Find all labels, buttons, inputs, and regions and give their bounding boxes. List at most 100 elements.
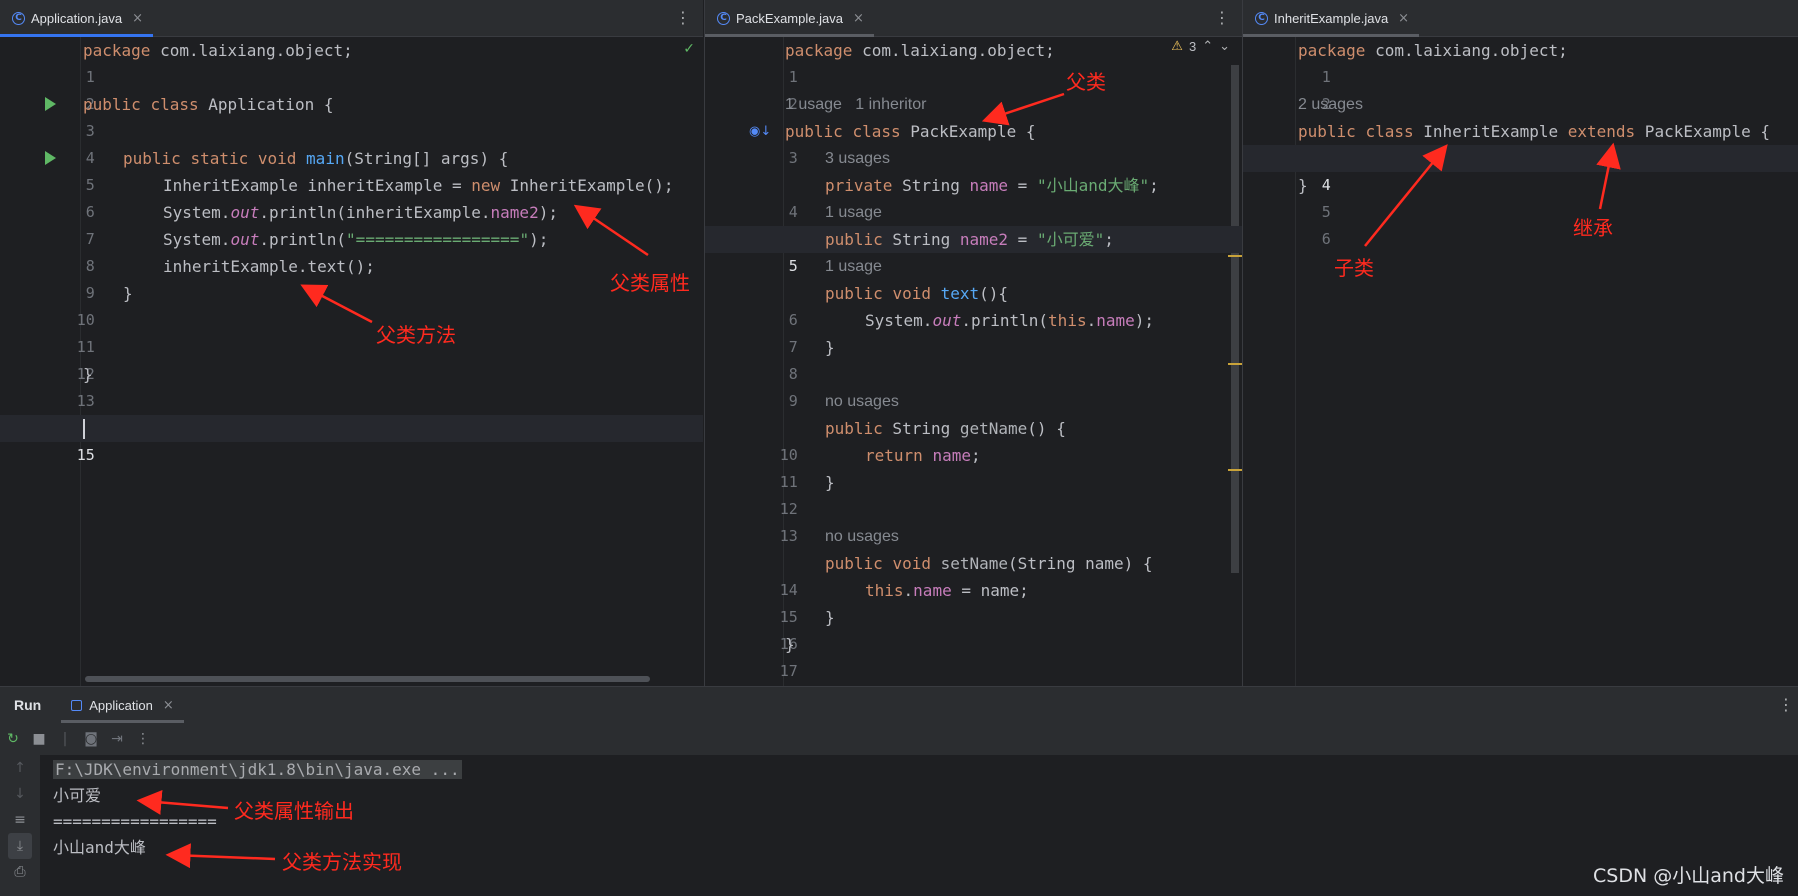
- code-token: text: [940, 284, 980, 303]
- code-line-current: 15: [0, 415, 703, 464]
- code-line: 14: [0, 388, 703, 437]
- implemented-icon[interactable]: ◉↓: [749, 118, 771, 145]
- exit-icon[interactable]: ⇥: [104, 731, 130, 747]
- code-token: InheritExample inheritExample =: [163, 176, 472, 195]
- code-line: 6 InheritExample inheritExample = new In…: [0, 172, 703, 221]
- inlay-hint: 1 usage: [705, 253, 1242, 280]
- code-token: .println(: [961, 311, 1049, 330]
- code-token: this: [865, 581, 904, 600]
- scroll-to-end-icon[interactable]: ⤓: [8, 833, 32, 859]
- code-token: setName: [940, 554, 1009, 573]
- code-line: 3 ◉↓ public class PackExample {: [705, 118, 1242, 167]
- usage-hint[interactable]: 1 usage: [825, 253, 882, 280]
- code-token: package: [785, 41, 853, 60]
- arrow-down-icon[interactable]: ↓: [0, 781, 40, 807]
- more-options-icon[interactable]: ⋮: [1778, 695, 1794, 714]
- class-icon: C: [1255, 11, 1268, 25]
- usage-hint[interactable]: no usages: [825, 523, 899, 550]
- inheritor-hint[interactable]: 1 inheritor: [855, 96, 926, 113]
- code-line: 7 System.out.println(this.name);: [705, 307, 1242, 356]
- line-number: 15: [76, 446, 95, 464]
- more-icon[interactable]: ⋮: [130, 731, 156, 747]
- more-options-icon[interactable]: ⋮: [1214, 8, 1230, 27]
- close-icon[interactable]: ×: [163, 698, 174, 713]
- divider: |: [62, 731, 68, 747]
- code-token: "小可爱": [1036, 230, 1105, 249]
- code-token: }: [825, 338, 835, 357]
- code-line: 11: [0, 307, 703, 356]
- code-token: String: [882, 419, 960, 438]
- code-token: new: [471, 176, 501, 195]
- code-token: ;: [1149, 176, 1159, 195]
- code-token: static: [190, 149, 249, 168]
- usage-hint[interactable]: 1 usage: [825, 199, 882, 226]
- class-icon: C: [12, 11, 25, 25]
- code-token: name2: [959, 230, 1009, 249]
- code-line: 15 this.name = name;: [705, 577, 1242, 626]
- console-side-toolbar: ↑ ↓ ≡ ⤓ ⎙: [0, 755, 40, 896]
- stop-icon[interactable]: ■: [26, 731, 52, 747]
- usage-hint[interactable]: no usages: [825, 388, 899, 415]
- tab-label: PackExample.java: [736, 10, 843, 26]
- console-line: 小山and大峰: [53, 838, 146, 857]
- console-line: 小可爱: [53, 786, 102, 805]
- code-editor[interactable]: 1 package com.laixiang.object; 2 2 usage…: [1243, 37, 1798, 686]
- arrow-up-icon[interactable]: ↑: [0, 755, 40, 781]
- annotation-method-impl: 父类方法实现: [282, 850, 402, 874]
- code-token: return: [865, 446, 923, 465]
- code-token: "=================": [346, 230, 530, 249]
- code-token: (){: [979, 284, 1009, 303]
- code-token: com.laixiang.object;: [852, 41, 1055, 60]
- code-token: PackExample {: [1635, 122, 1771, 141]
- usage-hint[interactable]: 1 usage: [785, 96, 842, 113]
- code-line: 2: [0, 64, 703, 113]
- tab-packexample-java[interactable]: C PackExample.java ×: [705, 0, 874, 37]
- watermark: CSDN @小山and大峰: [1593, 865, 1784, 887]
- code-line: 3 public class InheritExample extends Pa…: [1243, 118, 1798, 167]
- code-line: 8 }: [705, 334, 1242, 383]
- inlay-hint: no usages: [705, 388, 1242, 415]
- print-icon[interactable]: ⎙: [0, 859, 40, 885]
- code-line: 18: [705, 658, 1242, 685]
- code-line: 6 public void text(){: [705, 280, 1242, 329]
- code-editor[interactable]: ⚠ 3 ⌃ ⌄ 1 package com.laixiang.object; 2…: [705, 37, 1242, 686]
- tab-application-java[interactable]: C Application.java ×: [0, 0, 153, 37]
- code-token: = name;: [951, 581, 1029, 600]
- code-line: 12: [0, 334, 703, 383]
- code-token: );: [529, 230, 549, 249]
- tab-inheritexample-java[interactable]: C InheritExample.java ×: [1243, 0, 1420, 37]
- code-token: public: [825, 230, 883, 249]
- run-toolbar: ↻ ■ | ◙ ⇥ ⋮: [0, 723, 1798, 755]
- run-gutter-icon[interactable]: [45, 151, 56, 165]
- code-token: public: [825, 284, 883, 303]
- code-token: package: [83, 41, 151, 60]
- code-line: 1 package com.laixiang.object;: [705, 37, 1242, 86]
- camera-icon[interactable]: ◙: [78, 731, 104, 747]
- tab-run-application[interactable]: Application ×: [61, 687, 184, 723]
- code-token: extends: [1567, 122, 1636, 141]
- usage-hint[interactable]: 2 usages: [1298, 91, 1363, 118]
- close-icon[interactable]: ×: [853, 11, 864, 26]
- close-icon[interactable]: ×: [1398, 11, 1409, 26]
- more-options-icon[interactable]: ⋮: [675, 8, 691, 27]
- close-icon[interactable]: ×: [132, 11, 143, 26]
- inlay-hint: 1 usage: [705, 199, 1242, 226]
- soft-wrap-icon[interactable]: ≡: [0, 807, 40, 833]
- run-gutter-icon[interactable]: [45, 97, 56, 111]
- rerun-icon[interactable]: ↻: [0, 731, 26, 747]
- usage-hint[interactable]: 3 usages: [825, 145, 890, 172]
- horizontal-scrollbar[interactable]: [85, 676, 650, 682]
- code-editor[interactable]: ✓ 1 package com.laixiang.object; 2 3 pub…: [0, 37, 703, 686]
- annotation-inherit: 继承: [1573, 216, 1613, 240]
- editor-pane-packexample: C PackExample.java × ⋮ ⚠ 3 ⌃ ⌄ 1 package…: [704, 0, 1242, 686]
- inlay-hint: 1 usage 1 inheritor: [705, 91, 1242, 118]
- inlay-hint: no usages: [705, 523, 1242, 550]
- annotation-child-class: 子类: [1334, 256, 1374, 280]
